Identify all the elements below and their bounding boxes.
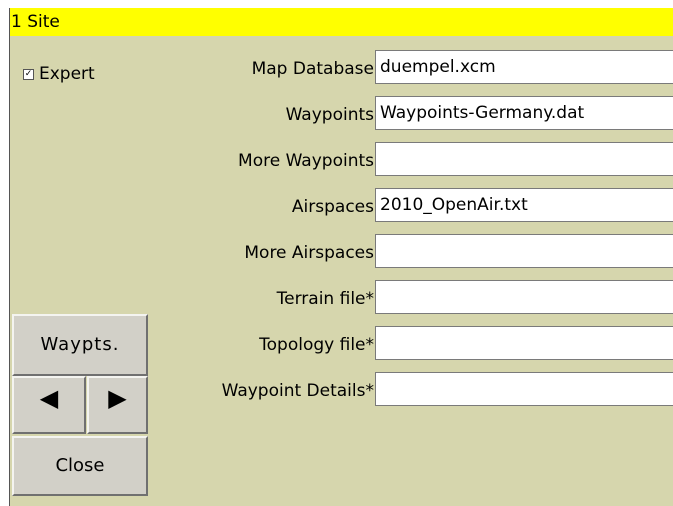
airspaces-label: Airspaces — [291, 197, 374, 217]
waypoints-button[interactable]: Waypts. — [12, 314, 148, 376]
close-button[interactable]: Close — [12, 436, 148, 496]
expert-checkbox[interactable]: ✓ Expert — [23, 64, 95, 84]
waypoint-details-label: Waypoint Details* — [221, 381, 374, 401]
map-database-label: Map Database — [251, 59, 374, 79]
expert-label: Expert — [39, 64, 95, 84]
checkbox-check-icon[interactable]: ✓ — [23, 69, 34, 80]
topology-file-field[interactable] — [375, 326, 673, 360]
more-airspaces-label: More Airspaces — [244, 243, 374, 263]
waypoints-field[interactable]: Waypoints-Germany.dat — [375, 96, 673, 130]
waypoints-label: Waypoints — [285, 105, 374, 125]
site-dialog: 1 Site ✓ Expert Map Database duempel.xcm … — [9, 8, 673, 506]
dialog-title: 1 Site — [10, 8, 673, 36]
more-waypoints-field[interactable] — [375, 142, 673, 176]
more-airspaces-field[interactable] — [375, 234, 673, 268]
next-button[interactable]: ▶ — [87, 376, 148, 434]
airspaces-field[interactable]: 2010_OpenAir.txt — [375, 188, 673, 222]
previous-button[interactable]: ◀ — [12, 376, 86, 434]
more-waypoints-label: More Waypoints — [238, 151, 374, 171]
topology-file-label: Topology file* — [259, 335, 374, 355]
left-arrow-icon: ◀ — [39, 384, 59, 412]
map-database-field[interactable]: duempel.xcm — [375, 50, 673, 84]
terrain-file-label: Terrain file* — [276, 289, 374, 309]
waypoint-details-field[interactable] — [375, 372, 673, 406]
terrain-file-field[interactable] — [375, 280, 673, 314]
right-arrow-icon: ▶ — [108, 384, 127, 412]
